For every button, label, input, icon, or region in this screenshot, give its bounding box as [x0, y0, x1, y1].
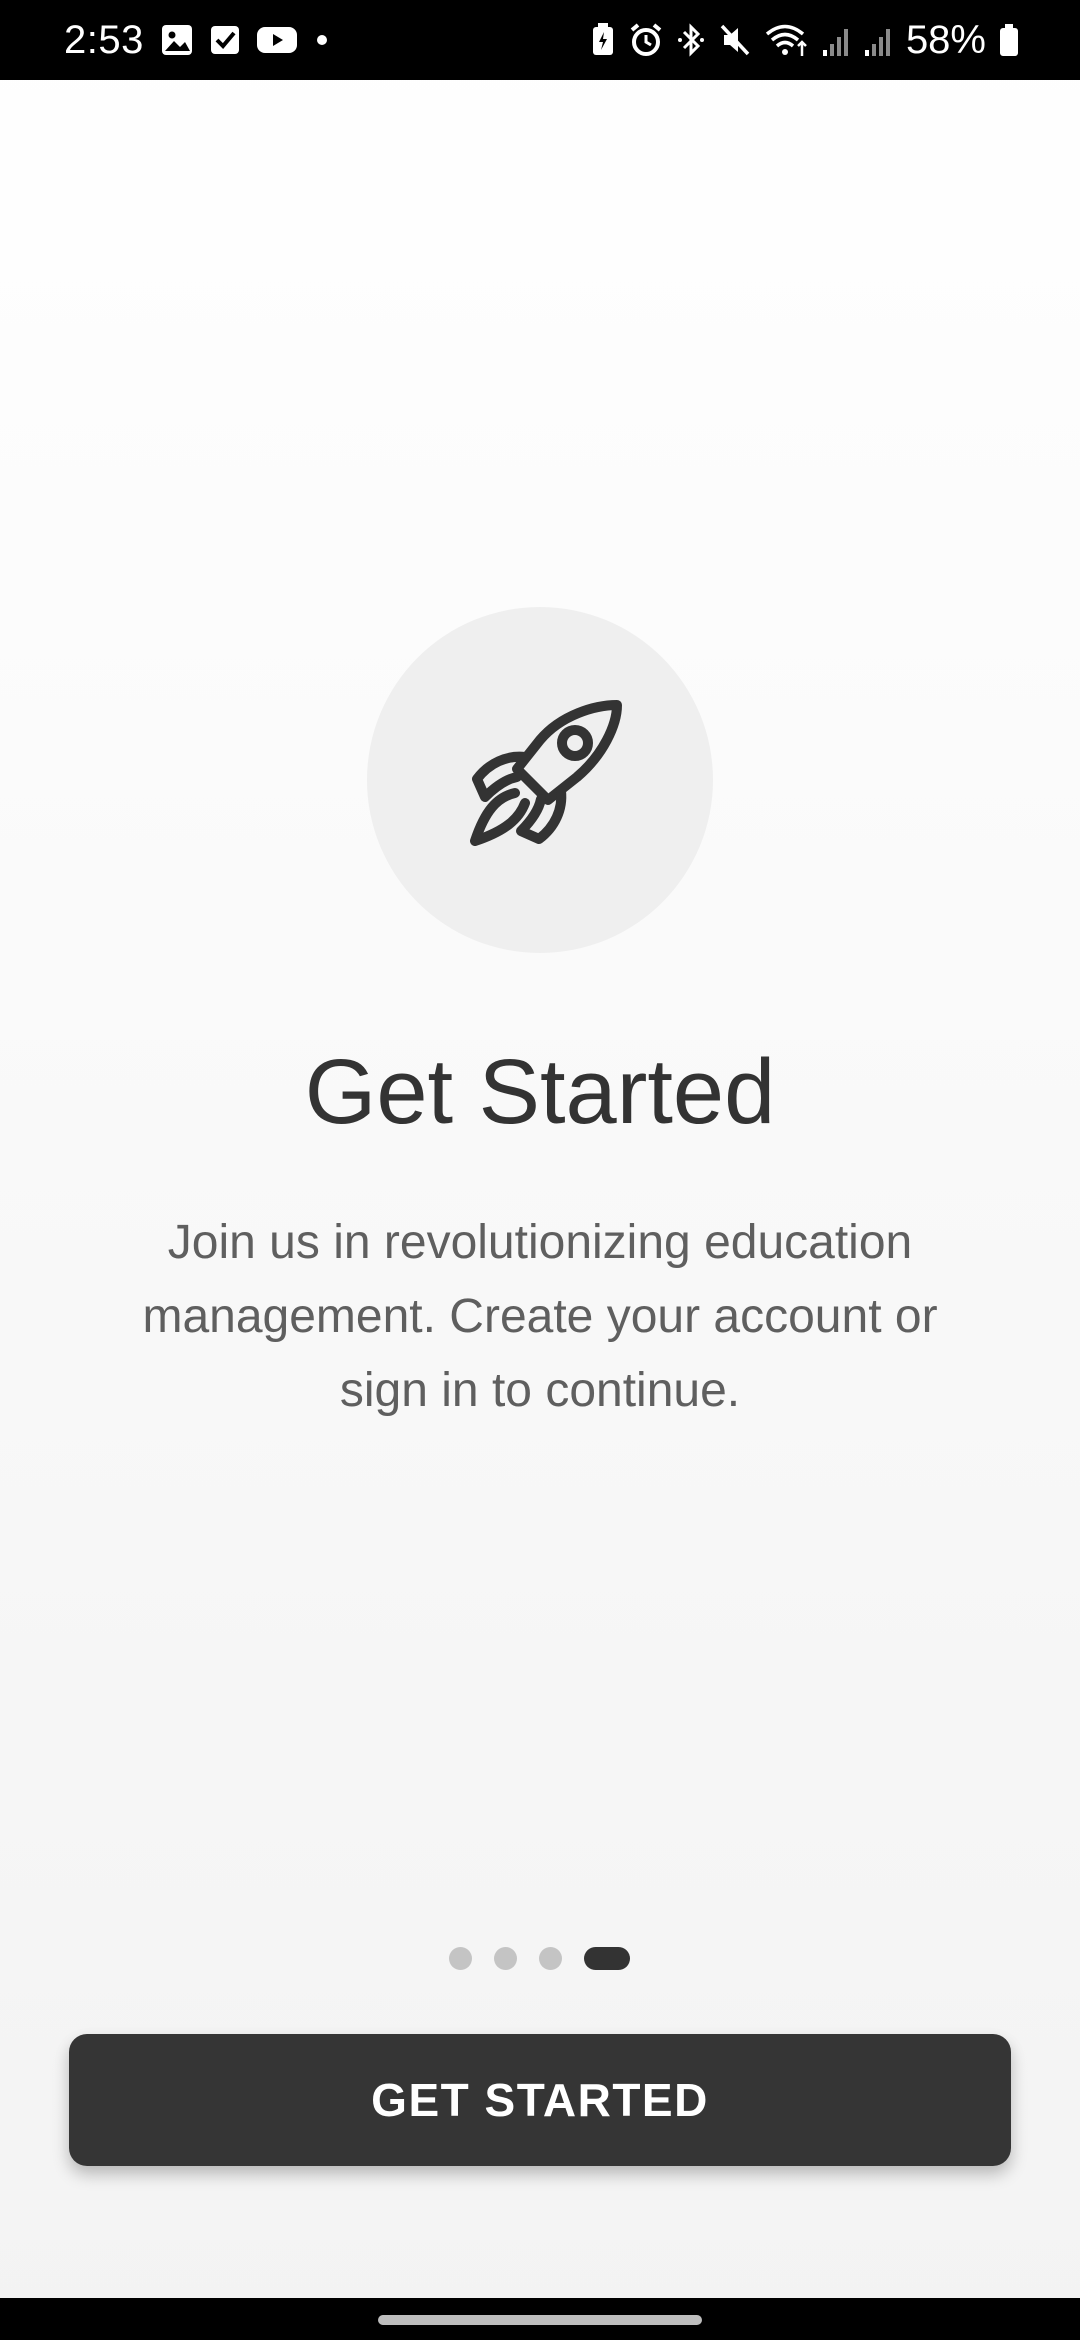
- page-dot: [449, 1946, 472, 1970]
- status-bar: 2:53 58%: [0, 0, 1080, 80]
- home-indicator[interactable]: [378, 2315, 702, 2325]
- onboarding-screen: 2:53 58% Get Started Join us in revoluti…: [0, 0, 1080, 2340]
- signal-icon: [822, 29, 848, 56]
- gallery-icon: [162, 25, 192, 55]
- battery-icon: [1000, 24, 1018, 56]
- mute-icon: [720, 24, 750, 56]
- dot-icon: [317, 35, 327, 45]
- page-title: Get Started: [304, 1041, 776, 1143]
- rocket-illustration: [367, 607, 713, 953]
- page-indicator: [449, 1946, 630, 1970]
- status-time: 2:53: [64, 18, 144, 62]
- alarm-icon: [630, 23, 662, 56]
- page-dot: [494, 1946, 517, 1970]
- signal-icon: [864, 29, 890, 56]
- page-dot-active: [584, 1946, 630, 1970]
- checkbox-icon: [211, 26, 239, 54]
- system-icons: 58%: [590, 17, 1020, 62]
- page-description: Join us in revolutionizing education man…: [142, 1216, 938, 1417]
- navigation-bar: [0, 2298, 1080, 2340]
- get-started-button[interactable]: GET STARTED: [69, 2034, 1011, 2166]
- wifi-icon: [765, 24, 807, 56]
- page-dot: [539, 1946, 562, 1970]
- rocket-icon: [470, 700, 622, 846]
- notification-icons: [160, 22, 332, 58]
- bluetooth-icon: [677, 23, 704, 57]
- battery-percent: 58%: [905, 17, 986, 62]
- youtube-icon: [257, 27, 297, 53]
- battery-saver-icon: [592, 23, 613, 55]
